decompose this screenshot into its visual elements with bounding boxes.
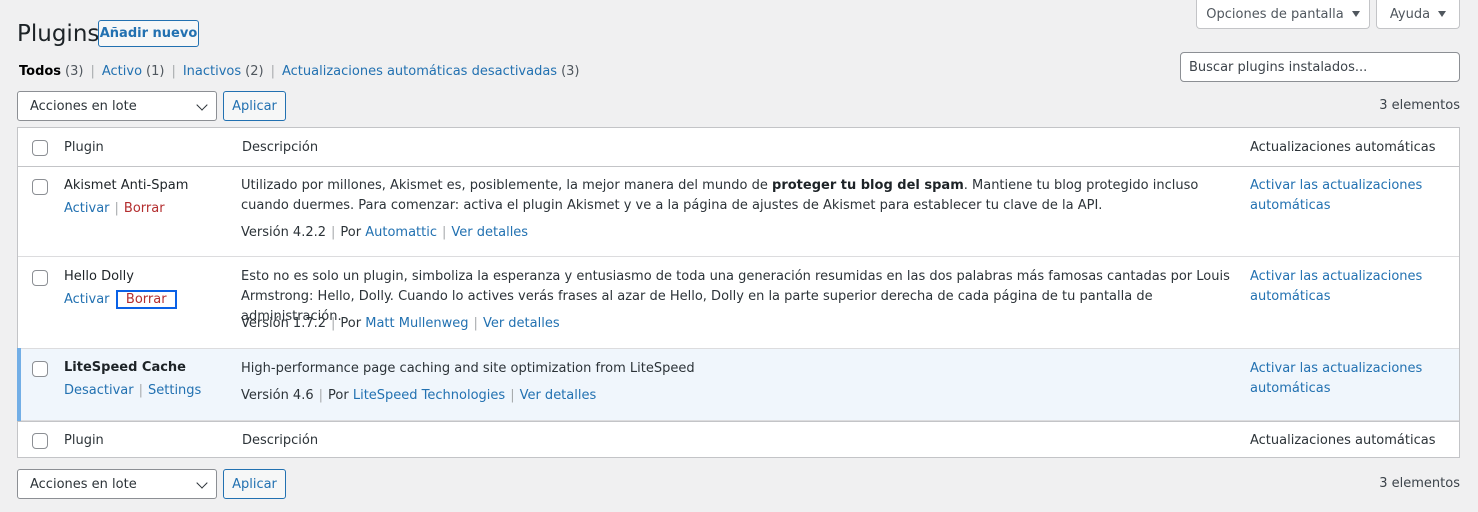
- footer-description: Descripción: [242, 433, 319, 448]
- bulk-actions-select-top[interactable]: Acciones en lote: [17, 91, 217, 121]
- enable-auto-updates-link[interactable]: Activar las actualizaciones automáticas: [1250, 267, 1440, 307]
- plugin-version: Versión 4.6: [241, 388, 314, 403]
- action-separator: |: [114, 201, 119, 216]
- filter-separator: |: [171, 64, 176, 79]
- by-label: Por: [328, 388, 349, 403]
- bulk-actions-select-bottom[interactable]: Acciones en lote: [17, 469, 217, 499]
- filter-auto-updates-disabled[interactable]: Actualizaciones automáticas desactivadas: [282, 64, 557, 79]
- screen-options-label: Opciones de pantalla: [1206, 6, 1344, 22]
- plugin-name: LiteSpeed Cache: [64, 360, 186, 375]
- meta-separator: |: [318, 388, 324, 403]
- delete-link[interactable]: Borrar: [124, 201, 165, 216]
- activate-link[interactable]: Activar: [64, 292, 110, 307]
- bulk-actions-label: Acciones en lote: [30, 476, 137, 492]
- plugin-version: Versión 4.2.2: [241, 225, 327, 240]
- view-details-link[interactable]: Ver detalles: [483, 316, 560, 331]
- settings-link[interactable]: Settings: [148, 383, 201, 398]
- row-checkbox[interactable]: [32, 361, 48, 377]
- description-text: Utilizado por millones, Akismet es, posi…: [241, 178, 773, 193]
- footer-auto-updates: Actualizaciones automáticas: [1250, 433, 1436, 448]
- row-checkbox[interactable]: [32, 179, 48, 195]
- apply-button-bottom[interactable]: Aplicar: [223, 469, 286, 499]
- table-row: Hello Dolly Activar | Borrar Esto no es …: [18, 257, 1459, 349]
- description-strong: proteger tu blog del spam: [772, 178, 964, 193]
- deactivate-link[interactable]: Desactivar: [64, 383, 134, 398]
- meta-separator: |: [442, 225, 447, 240]
- plugin-meta: Versión 4.6 | Por LiteSpeed Technologies…: [241, 388, 596, 403]
- plugin-description: Utilizado por millones, Akismet es, posi…: [241, 176, 1236, 216]
- header-description: Descripción: [242, 140, 319, 155]
- meta-separator: |: [473, 316, 478, 331]
- select-all-checkbox-footer[interactable]: [32, 433, 48, 449]
- activate-link[interactable]: Activar: [64, 201, 110, 216]
- by-label: Por: [340, 225, 362, 240]
- help-label: Ayuda: [1389, 6, 1431, 22]
- filter-all[interactable]: Todos: [19, 64, 61, 79]
- chevron-down-icon: [196, 477, 208, 489]
- author-link[interactable]: Matt Mullenweg: [365, 316, 468, 331]
- filter-active-count: (1): [146, 64, 165, 79]
- filter-inactive-count: (2): [245, 64, 264, 79]
- row-actions: Activar | Borrar: [64, 290, 177, 309]
- page-title: Plugins: [17, 21, 100, 47]
- filter-active[interactable]: Activo: [102, 64, 142, 79]
- view-details-link[interactable]: Ver detalles: [520, 388, 597, 403]
- help-button[interactable]: Ayuda: [1376, 0, 1460, 29]
- plugin-meta: Versión 1.7.2 | Por Matt Mullenweg | Ver…: [241, 316, 560, 331]
- search-input[interactable]: [1180, 52, 1460, 82]
- author-link[interactable]: LiteSpeed Technologies: [353, 388, 505, 403]
- add-new-button[interactable]: Añadir nuevo: [98, 20, 199, 47]
- plugins-table: Plugin Descripción Actualizaciones autom…: [17, 127, 1460, 458]
- author-link[interactable]: Automattic: [365, 225, 437, 240]
- screen-options-button[interactable]: Opciones de pantalla: [1196, 0, 1370, 29]
- status-filters: Todos (3) | Activo (1) | Inactivos (2) |…: [19, 64, 580, 79]
- view-details-link[interactable]: Ver detalles: [451, 225, 528, 240]
- table-footer: Plugin Descripción Actualizaciones autom…: [18, 421, 1459, 458]
- caret-down-icon: [1438, 11, 1447, 17]
- meta-separator: |: [510, 388, 515, 403]
- bulk-actions-label: Acciones en lote: [30, 98, 137, 114]
- chevron-down-icon: [196, 99, 208, 111]
- meta-separator: |: [331, 316, 336, 331]
- row-actions: Desactivar | Settings: [64, 383, 201, 398]
- filter-all-count: (3): [65, 64, 84, 79]
- items-count-top: 3 elementos: [1379, 98, 1460, 113]
- meta-separator: |: [331, 225, 336, 240]
- action-separator: |: [138, 383, 143, 398]
- table-row-active: LiteSpeed Cache Desactivar | Settings Hi…: [17, 348, 1459, 421]
- plugin-name: Hello Dolly: [64, 269, 134, 284]
- enable-auto-updates-link[interactable]: Activar las actualizaciones automáticas: [1250, 176, 1440, 216]
- items-count-bottom: 3 elementos: [1379, 476, 1460, 491]
- table-header: Plugin Descripción Actualizaciones autom…: [18, 128, 1459, 167]
- filter-inactive[interactable]: Inactivos: [183, 64, 241, 79]
- table-row: Akismet Anti-Spam Activar | Borrar Utili…: [18, 167, 1459, 257]
- row-checkbox[interactable]: [32, 270, 48, 286]
- apply-button-top[interactable]: Aplicar: [223, 91, 286, 121]
- select-all-checkbox[interactable]: [32, 140, 48, 156]
- plugin-meta: Versión 4.2.2 | Por Automattic | Ver det…: [241, 225, 528, 240]
- by-label: Por: [340, 316, 362, 331]
- caret-down-icon: [1351, 11, 1360, 17]
- filter-auto-updates-disabled-count: (3): [561, 64, 580, 79]
- plugin-description: High-performance page caching and site o…: [241, 361, 695, 376]
- footer-plugin[interactable]: Plugin: [64, 433, 104, 448]
- header-auto-updates: Actualizaciones automáticas: [1250, 140, 1436, 155]
- plugin-name: Akismet Anti-Spam: [64, 178, 189, 193]
- row-actions: Activar | Borrar: [64, 201, 165, 216]
- filter-separator: |: [90, 64, 95, 79]
- delete-link[interactable]: Borrar: [115, 290, 177, 309]
- plugin-version: Versión 1.7.2: [241, 316, 327, 331]
- header-plugin[interactable]: Plugin: [64, 140, 104, 155]
- filter-separator: |: [270, 64, 275, 79]
- enable-auto-updates-link[interactable]: Activar las actualizaciones automáticas: [1250, 359, 1440, 399]
